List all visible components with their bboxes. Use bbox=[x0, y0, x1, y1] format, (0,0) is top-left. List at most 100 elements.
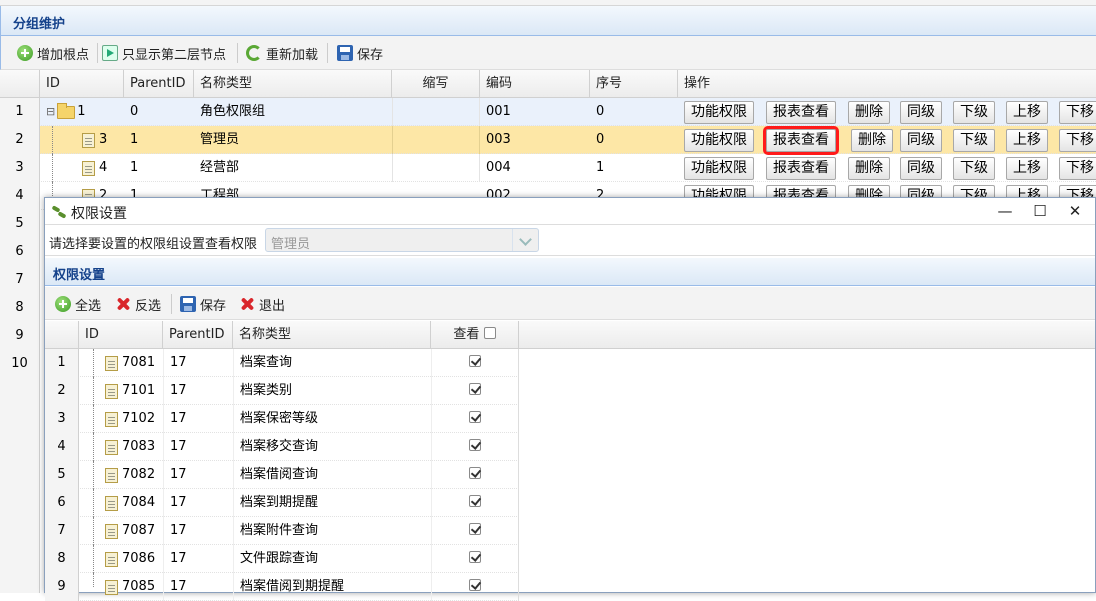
delete-button[interactable]: 删除 bbox=[848, 101, 890, 124]
permission-row[interactable]: 2 7101 17 档案类别 bbox=[45, 377, 519, 405]
table-row[interactable]: 1 ⊟ 1 0 角色权限组 001 0 功能权限 报表查看 删除 同级 下级 上… bbox=[0, 98, 1096, 126]
move-up-button[interactable]: 上移 bbox=[1006, 101, 1048, 124]
row-name: 经营部 bbox=[200, 160, 240, 175]
save-button[interactable]: 保存 bbox=[337, 43, 383, 63]
delete-button[interactable]: 删除 bbox=[848, 157, 890, 180]
view-checkbox[interactable] bbox=[469, 355, 481, 367]
row-number: 9 bbox=[45, 573, 79, 601]
col-header-code[interactable]: 编码 bbox=[480, 70, 590, 98]
col-header-id[interactable]: ID bbox=[79, 321, 163, 349]
row-parentid: 17 bbox=[163, 545, 233, 573]
show-second-level-label: 只显示第二层节点 bbox=[122, 47, 227, 63]
row-id: 7083 bbox=[122, 439, 156, 454]
reload-button[interactable]: 重新加载 bbox=[246, 43, 318, 63]
view-checkbox[interactable] bbox=[469, 467, 481, 479]
tree-cell: 7082 bbox=[93, 461, 163, 489]
group-select-label: 请选择要设置的权限组设置查看权限 bbox=[49, 237, 258, 252]
file-icon bbox=[105, 411, 118, 427]
select-all-button[interactable]: 全选 bbox=[55, 294, 101, 314]
permission-row[interactable]: 3 7102 17 档案保密等级 bbox=[45, 405, 519, 433]
permission-row[interactable]: 9 7085 17 档案借阅到期提醒 bbox=[45, 573, 519, 601]
col-header-parentid[interactable]: ParentID bbox=[124, 70, 194, 98]
tree-cell: 7084 bbox=[93, 489, 163, 517]
report-view-button[interactable]: 报表查看 bbox=[766, 101, 836, 124]
rownum-header bbox=[0, 70, 40, 98]
view-checkbox[interactable] bbox=[469, 551, 481, 563]
toolbar-separator bbox=[237, 43, 238, 63]
view-checkbox[interactable] bbox=[469, 439, 481, 451]
col-header-view[interactable]: 查看 bbox=[431, 321, 519, 349]
row-code: 004 bbox=[486, 160, 511, 175]
file-icon bbox=[105, 439, 118, 455]
permission-row[interactable]: 7 7087 17 档案附件查询 bbox=[45, 517, 519, 545]
same-level-button[interactable]: 同级 bbox=[900, 101, 942, 124]
rownum-header bbox=[45, 321, 79, 349]
toolbar-separator bbox=[97, 43, 98, 63]
view-cell bbox=[431, 489, 519, 517]
file-icon bbox=[105, 383, 118, 399]
view-checkbox[interactable] bbox=[469, 523, 481, 535]
permission-row[interactable]: 8 7086 17 文件跟踪查询 bbox=[45, 545, 519, 573]
group-combobox[interactable]: 管理员 bbox=[265, 228, 539, 252]
chevron-down-icon[interactable] bbox=[512, 229, 538, 251]
move-up-button[interactable]: 上移 bbox=[1006, 129, 1048, 152]
dialog-titlebar[interactable]: 权限设置 — ☐ ✕ bbox=[45, 198, 1095, 225]
report-view-button[interactable]: 报表查看 bbox=[766, 157, 836, 180]
tree-line bbox=[52, 154, 53, 182]
report-view-button-highlighted[interactable]: 报表查看 bbox=[763, 126, 839, 155]
col-header-seq[interactable]: 序号 bbox=[590, 70, 678, 98]
sub-level-button[interactable]: 下级 bbox=[953, 101, 995, 124]
permission-row[interactable]: 5 7082 17 档案借阅查询 bbox=[45, 461, 519, 489]
view-checkbox[interactable] bbox=[469, 411, 481, 423]
col-header-abbr[interactable]: 缩写 bbox=[392, 70, 480, 98]
row-number: 8 bbox=[45, 545, 79, 573]
function-permission-button[interactable]: 功能权限 bbox=[684, 101, 754, 124]
close-icon[interactable]: ✕ bbox=[1063, 201, 1087, 221]
move-down-button[interactable]: 下移 bbox=[1059, 129, 1096, 152]
permission-row[interactable]: 4 7083 17 档案移交查询 bbox=[45, 433, 519, 461]
function-permission-button[interactable]: 功能权限 bbox=[684, 129, 754, 152]
view-all-checkbox[interactable] bbox=[483, 327, 496, 339]
tree-cell: 7085 bbox=[93, 573, 163, 601]
dialog-save-label: 保存 bbox=[200, 298, 227, 314]
show-second-level-button[interactable]: 只显示第二层节点 bbox=[102, 43, 226, 63]
col-header-name[interactable]: 名称类型 bbox=[233, 321, 431, 349]
tree-cell: 7081 bbox=[93, 349, 163, 377]
minimize-icon[interactable]: — bbox=[993, 201, 1017, 221]
sub-level-button[interactable]: 下级 bbox=[953, 129, 995, 152]
save-label: 保存 bbox=[357, 47, 384, 63]
invert-selection-button[interactable]: 反选 bbox=[115, 294, 161, 314]
sub-level-button[interactable]: 下级 bbox=[953, 157, 995, 180]
col-header-name[interactable]: 名称类型 bbox=[194, 70, 392, 98]
col-header-id[interactable]: ID bbox=[40, 70, 124, 98]
row-number: 7 bbox=[0, 266, 40, 294]
table-row-selected[interactable]: 2 3 1 管理员 003 0 功能权限 报表查看 删除 同级 下级 上移 下移 bbox=[0, 126, 1096, 155]
move-down-button[interactable]: 下移 bbox=[1059, 101, 1096, 124]
row-number: 10 bbox=[0, 350, 40, 378]
view-checkbox[interactable] bbox=[469, 495, 481, 507]
row-number: 7 bbox=[45, 517, 79, 545]
move-up-button[interactable]: 上移 bbox=[1006, 157, 1048, 180]
folder-icon bbox=[57, 102, 76, 119]
view-checkbox[interactable] bbox=[469, 383, 481, 395]
maximize-icon[interactable]: ☐ bbox=[1028, 201, 1052, 221]
add-root-button[interactable]: 增加根点 bbox=[17, 43, 89, 63]
panel-title: 分组维护 bbox=[13, 17, 66, 32]
move-down-button[interactable]: 下移 bbox=[1059, 157, 1096, 180]
function-permission-button[interactable]: 功能权限 bbox=[684, 157, 754, 180]
dialog-save-button[interactable]: 保存 bbox=[180, 294, 226, 314]
table-row[interactable]: 3 4 1 经营部 004 1 功能权限 报表查看 删除 同级 下级 上移 下移 bbox=[0, 154, 1096, 182]
row-parentid: 17 bbox=[163, 433, 233, 461]
permission-row[interactable]: 1 7081 17 档案查询 bbox=[45, 349, 519, 377]
col-header-parentid[interactable]: ParentID bbox=[163, 321, 233, 349]
view-checkbox[interactable] bbox=[469, 579, 481, 591]
same-level-button[interactable]: 同级 bbox=[900, 157, 942, 180]
same-level-button[interactable]: 同级 bbox=[900, 129, 942, 152]
file-icon bbox=[105, 355, 118, 371]
collapse-icon[interactable]: ⊟ bbox=[46, 98, 55, 126]
col-header-actions: 操作 bbox=[684, 76, 711, 91]
exit-button[interactable]: 退出 bbox=[239, 294, 285, 314]
row-name: 档案查询 bbox=[233, 349, 431, 377]
delete-button[interactable]: 删除 bbox=[851, 129, 893, 152]
permission-row[interactable]: 6 7084 17 档案到期提醒 bbox=[45, 489, 519, 517]
